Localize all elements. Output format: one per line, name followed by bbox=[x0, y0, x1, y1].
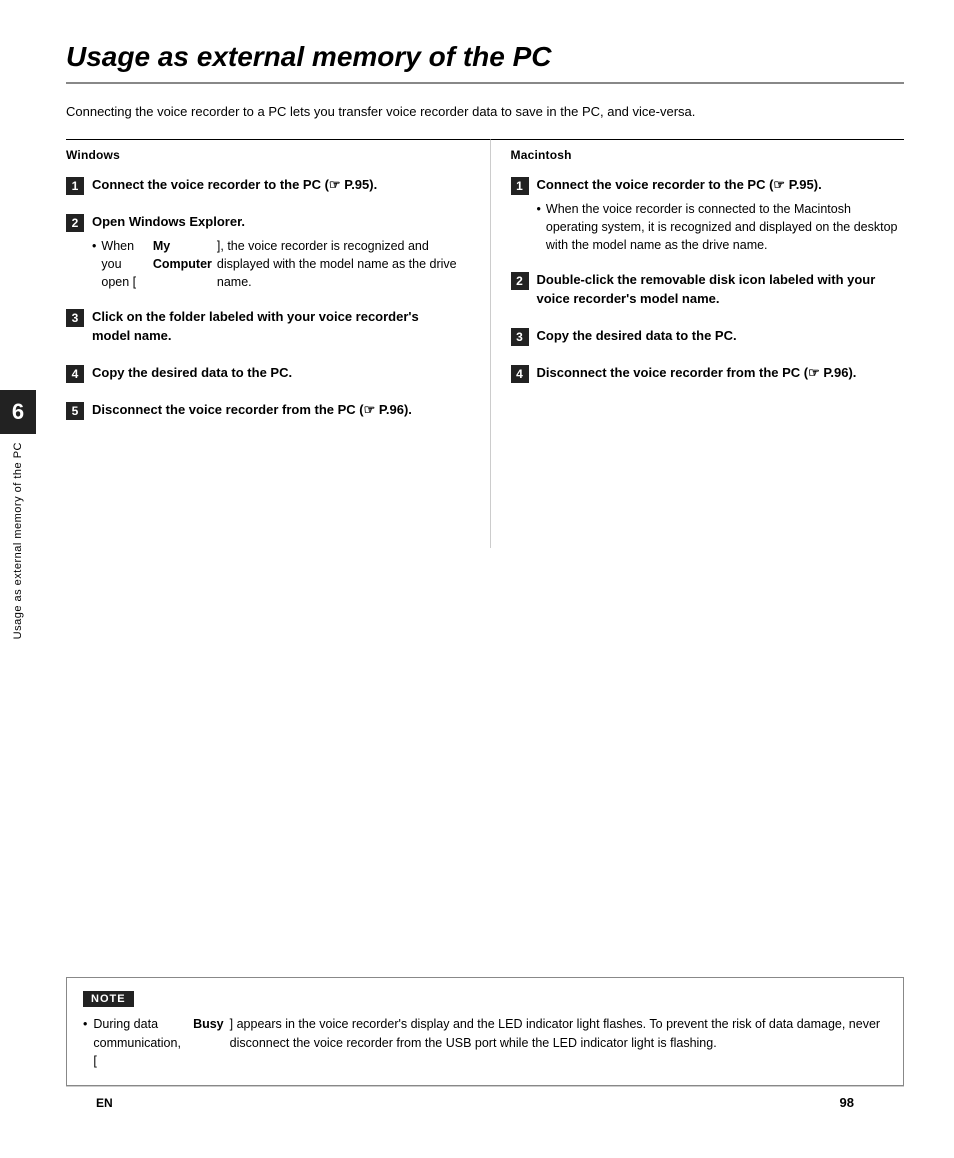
mac-step-3: 3 Copy the desired data to the PC. bbox=[511, 327, 905, 350]
mac-step-1-bullets: When the voice recorder is connected to … bbox=[537, 200, 905, 254]
mac-step-4: 4 Disconnect the voice recorder from the… bbox=[511, 364, 905, 387]
side-tab: 6 Usage as external memory of the PC bbox=[0, 0, 36, 1158]
page-title: Usage as external memory of the PC bbox=[66, 40, 904, 84]
mac-step-4-title: Disconnect the voice recorder from the P… bbox=[537, 364, 857, 383]
windows-step-5-content: Disconnect the voice recorder from the P… bbox=[92, 401, 412, 424]
windows-step-2-content: Open Windows Explorer. When you open [My… bbox=[92, 213, 460, 294]
page-number: 98 bbox=[840, 1095, 854, 1110]
mac-step-2-content: Double-click the removable disk icon lab… bbox=[537, 271, 905, 313]
note-section: NOTE During data communication, [Busy] a… bbox=[66, 977, 904, 1086]
mac-step-1-bullet-1: When the voice recorder is connected to … bbox=[537, 200, 905, 254]
windows-step-2-number: 2 bbox=[66, 214, 84, 232]
windows-step-2: 2 Open Windows Explorer. When you open [… bbox=[66, 213, 460, 294]
mac-step-2-title: Double-click the removable disk icon lab… bbox=[537, 271, 905, 309]
windows-step-1-title: Connect the voice recorder to the PC (☞ … bbox=[92, 176, 377, 195]
windows-step-2-bullet-1: When you open [My Computer], the voice r… bbox=[92, 237, 460, 291]
note-item-1: During data communication, [Busy] appear… bbox=[83, 1015, 887, 1071]
mac-step-4-number: 4 bbox=[511, 365, 529, 383]
intro-text: Connecting the voice recorder to a PC le… bbox=[66, 102, 904, 122]
windows-step-5: 5 Disconnect the voice recorder from the… bbox=[66, 401, 460, 424]
windows-step-1-number: 1 bbox=[66, 177, 84, 195]
mac-step-4-content: Disconnect the voice recorder from the P… bbox=[537, 364, 857, 387]
side-tab-text: Usage as external memory of the PC bbox=[12, 442, 24, 639]
macintosh-header: Macintosh bbox=[511, 148, 905, 162]
windows-step-4: 4 Copy the desired data to the PC. bbox=[66, 364, 460, 387]
main-content: Usage as external memory of the PC Conne… bbox=[36, 0, 954, 1158]
bottom-en-label: EN bbox=[96, 1096, 113, 1110]
bottom-bar: EN 98 bbox=[66, 1086, 904, 1118]
mac-step-2-number: 2 bbox=[511, 272, 529, 290]
mac-step-1-content: Connect the voice recorder to the PC (☞ … bbox=[537, 176, 905, 257]
windows-step-5-number: 5 bbox=[66, 402, 84, 420]
windows-step-3: 3 Click on the folder labeled with your … bbox=[66, 308, 460, 350]
windows-step-3-content: Click on the folder labeled with your vo… bbox=[92, 308, 460, 350]
windows-step-1-content: Connect the voice recorder to the PC (☞ … bbox=[92, 176, 377, 199]
windows-step-3-number: 3 bbox=[66, 309, 84, 327]
windows-step-2-bullets: When you open [My Computer], the voice r… bbox=[92, 237, 460, 291]
macintosh-column: Macintosh 1 Connect the voice recorder t… bbox=[490, 139, 905, 548]
mac-step-3-title: Copy the desired data to the PC. bbox=[537, 327, 737, 346]
windows-step-1: 1 Connect the voice recorder to the PC (… bbox=[66, 176, 460, 199]
content-spacer bbox=[66, 568, 904, 977]
columns-container: Windows 1 Connect the voice recorder to … bbox=[66, 139, 904, 548]
mac-step-3-content: Copy the desired data to the PC. bbox=[537, 327, 737, 350]
mac-step-1: 1 Connect the voice recorder to the PC (… bbox=[511, 176, 905, 257]
note-list: During data communication, [Busy] appear… bbox=[83, 1015, 887, 1071]
mac-step-1-number: 1 bbox=[511, 177, 529, 195]
mac-step-2: 2 Double-click the removable disk icon l… bbox=[511, 271, 905, 313]
windows-header: Windows bbox=[66, 148, 460, 162]
mac-step-3-number: 3 bbox=[511, 328, 529, 346]
windows-step-4-content: Copy the desired data to the PC. bbox=[92, 364, 292, 387]
mac-step-1-title: Connect the voice recorder to the PC (☞ … bbox=[537, 176, 905, 195]
windows-step-2-title: Open Windows Explorer. bbox=[92, 213, 460, 232]
note-label: NOTE bbox=[83, 991, 134, 1007]
windows-column: Windows 1 Connect the voice recorder to … bbox=[66, 139, 490, 548]
windows-step-5-title: Disconnect the voice recorder from the P… bbox=[92, 401, 412, 420]
chapter-number: 6 bbox=[0, 390, 36, 434]
windows-step-3-title: Click on the folder labeled with your vo… bbox=[92, 308, 460, 346]
windows-step-4-title: Copy the desired data to the PC. bbox=[92, 364, 292, 383]
windows-step-4-number: 4 bbox=[66, 365, 84, 383]
